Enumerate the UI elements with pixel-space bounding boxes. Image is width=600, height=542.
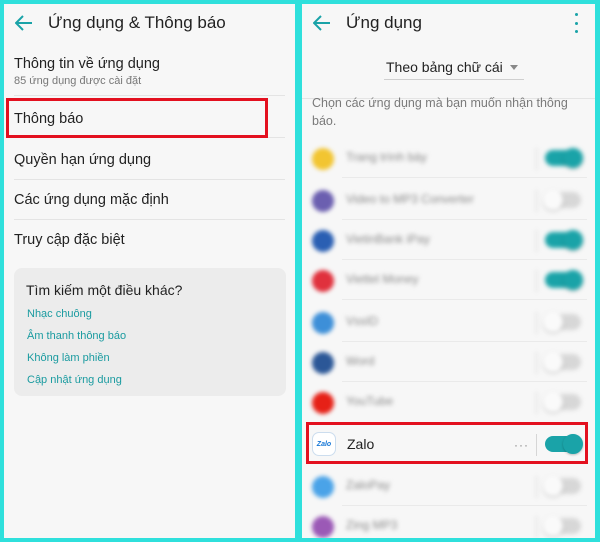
app-name: VssID <box>346 314 379 328</box>
app-name: Viettel Money <box>346 272 419 286</box>
caret-down-icon <box>510 65 518 70</box>
app-icon <box>312 230 334 252</box>
highlight-box <box>306 422 588 464</box>
app-name: YouTube <box>346 394 394 408</box>
link-do-not-disturb[interactable]: Không làm phiền <box>27 352 110 364</box>
list-item-app-info[interactable]: Thông tin về ứng dụng 85 ứng dụng được c… <box>14 48 285 96</box>
app-bar: Ứng dụng & Thông báo <box>4 4 295 42</box>
link-ringtone[interactable]: Nhạc chuông <box>27 308 92 320</box>
page-title: Ứng dụng <box>346 13 422 32</box>
list-item-default-apps[interactable]: Các ứng dụng mặc định <box>14 180 285 220</box>
page-title: Ứng dụng & Thông báo <box>48 13 226 32</box>
link-update-apps[interactable]: Cập nhật ứng dụng <box>27 374 122 386</box>
app-icon <box>312 476 334 498</box>
item-title: Truy cập đặc biệt <box>14 232 125 248</box>
list-item[interactable]: VietinBank iPay <box>302 220 595 260</box>
notification-toggle[interactable] <box>545 230 583 250</box>
card-title: Tìm kiếm một điều khác? <box>26 282 183 298</box>
more-vert-icon[interactable] <box>573 13 579 33</box>
notification-toggle[interactable] <box>543 190 581 210</box>
apps-notifications-screen: Ứng dụng Theo bảng chữ cái Chọn các ứng … <box>302 4 595 538</box>
app-name: Video to MP3 Converter <box>346 192 474 206</box>
list-item[interactable]: VssID <box>302 302 595 342</box>
list-item[interactable]: Video to MP3 Converter <box>302 180 595 220</box>
item-title: Các ứng dụng mặc định <box>14 192 169 208</box>
notification-toggle[interactable] <box>543 392 581 412</box>
list-item[interactable]: Word <box>302 342 595 382</box>
search-suggestion-card: Tìm kiếm một điều khác? Nhạc chuông Âm t… <box>14 268 286 396</box>
list-item[interactable]: YouTube <box>302 382 595 422</box>
link-notification-sound[interactable]: Âm thanh thông báo <box>27 330 126 342</box>
list-item-special-access[interactable]: Truy cập đặc biệt <box>14 220 285 260</box>
notification-toggle[interactable] <box>543 476 581 496</box>
list-item[interactable]: Trang trình bày <box>302 138 595 178</box>
app-icon <box>312 352 334 374</box>
app-icon <box>312 392 334 414</box>
notification-toggle[interactable] <box>543 312 581 332</box>
app-icon <box>312 270 334 292</box>
sort-dropdown[interactable]: Theo bảng chữ cái <box>384 54 524 80</box>
list-item[interactable]: ZaloPay <box>302 466 595 506</box>
notification-toggle[interactable] <box>545 148 583 168</box>
app-name: Word <box>346 354 375 368</box>
app-bar: Ứng dụng <box>302 4 595 42</box>
app-icon <box>312 190 334 212</box>
hint-text: Chọn các ứng dụng mà bạn muốn nhận thông… <box>312 96 568 128</box>
app-notifications-screen: Ứng dụng & Thông báo Thông tin về ứng dụ… <box>4 4 295 538</box>
notification-toggle[interactable] <box>543 516 581 536</box>
item-title: Quyền hạn ứng dụng <box>14 152 152 168</box>
sort-value: Theo bảng chữ cái <box>386 58 503 75</box>
app-name: Trang trình bày <box>346 150 427 164</box>
back-arrow-icon[interactable] <box>312 13 332 33</box>
app-name: Zing MP3 <box>346 518 398 532</box>
notification-toggle[interactable] <box>545 270 583 290</box>
list-item[interactable]: Viettel Money <box>302 260 595 300</box>
item-subtitle: 85 ứng dụng được cài đặt <box>14 75 142 87</box>
app-icon <box>312 312 334 334</box>
app-name: VietinBank iPay <box>346 232 430 246</box>
notification-toggle[interactable] <box>543 352 581 372</box>
list-item[interactable]: Zing MP3 <box>302 506 595 538</box>
item-title: Thông tin về ứng dụng <box>14 56 160 72</box>
app-icon <box>312 148 334 170</box>
app-icon <box>312 516 334 538</box>
highlight-box <box>6 98 268 138</box>
back-arrow-icon[interactable] <box>14 13 34 33</box>
list-item-permissions[interactable]: Quyền hạn ứng dụng <box>14 138 285 180</box>
app-name: ZaloPay <box>346 478 391 492</box>
